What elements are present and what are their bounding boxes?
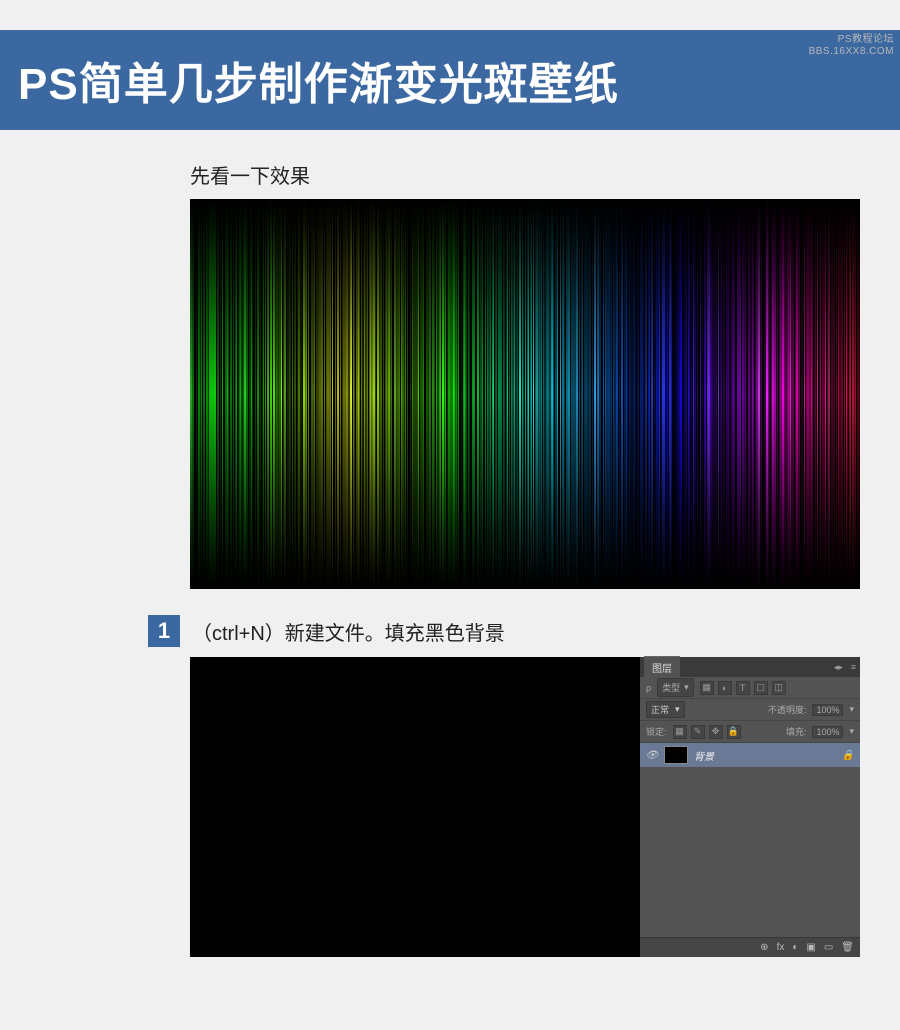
lock-icon-0[interactable]: ▦ (673, 725, 687, 739)
preview-image (190, 199, 860, 589)
filter-icon-0[interactable]: ▦ (700, 681, 714, 695)
layers-tab[interactable]: 图层 (644, 656, 680, 678)
lock-row: 锁定: ▦✎✥🔒 填充: 100% ▾ (640, 721, 860, 743)
panel-footer: ⊕ fx ◐ ▣ ▭ 🗑 (640, 937, 860, 957)
filter-icon-3[interactable]: ▢ (754, 681, 768, 695)
step-1-image: 图层 ◂▸ ≡ ρ 类型 ▾ ▦◐T▢◫ 正常 ▾ 不透明度: (190, 657, 860, 957)
blend-mode-select[interactable]: 正常 ▾ (646, 701, 685, 718)
layer-name: 背景 (694, 748, 714, 763)
lock-label: 锁定: (646, 725, 667, 738)
watermark: PS教程论坛 BBS.16XX8.COM (809, 34, 894, 58)
lock-icon-3[interactable]: 🔒 (727, 725, 741, 739)
type-dropdown-icon[interactable]: ▾ (684, 682, 689, 693)
visibility-icon[interactable]: 👁 (646, 749, 658, 761)
footer-icon-4[interactable]: ▭ (824, 942, 833, 953)
filter-icon-4[interactable]: ◫ (772, 681, 786, 695)
layer-thumbnail (664, 746, 688, 764)
fill-label: 填充: (786, 725, 807, 738)
blend-row: 正常 ▾ 不透明度: 100% ▾ (640, 699, 860, 721)
filter-icon-1[interactable]: ◐ (718, 681, 732, 695)
layer-lock-icon: 🔒 (842, 750, 854, 761)
footer-icon-1[interactable]: fx (777, 942, 785, 953)
type-label: 类型 (662, 681, 680, 694)
step-1: 1 （ctrl+N）新建文件。填充黑色背景 (190, 615, 900, 647)
watermark-line2: BBS.16XX8.COM (809, 46, 894, 58)
footer-icon-3[interactable]: ▣ (806, 942, 815, 953)
title-banner: PS简单几步制作渐变光斑壁纸 (0, 30, 900, 130)
step-1-text: （ctrl+N）新建文件。填充黑色背景 (192, 615, 505, 646)
layer-row-background[interactable]: 👁 背景 🔒 (640, 743, 860, 767)
opacity-value[interactable]: 100% (812, 704, 843, 716)
lock-icon-1[interactable]: ✎ (691, 725, 705, 739)
footer-icon-2[interactable]: ◐ (792, 942, 798, 953)
panel-menu-icon[interactable]: ≡ (851, 662, 856, 673)
filter-icon-2[interactable]: T (736, 681, 750, 695)
page-title: PS简单几步制作渐变光斑壁纸 (18, 48, 619, 112)
black-canvas (190, 657, 640, 957)
footer-icon-5[interactable]: 🗑 (841, 942, 854, 953)
panel-tabbar: 图层 ◂▸ ≡ (640, 657, 860, 677)
preview-caption: 先看一下效果 (190, 160, 900, 189)
lock-icon-2[interactable]: ✥ (709, 725, 723, 739)
footer-icon-0[interactable]: ⊕ (760, 942, 768, 953)
watermark-line1: PS教程论坛 (809, 34, 894, 46)
layers-panel: 图层 ◂▸ ≡ ρ 类型 ▾ ▦◐T▢◫ 正常 ▾ 不透明度: (640, 657, 860, 957)
step-number-badge: 1 (148, 615, 180, 647)
fill-value[interactable]: 100% (812, 726, 843, 738)
panel-collapse-icon[interactable]: ◂▸ (834, 662, 843, 673)
filter-row: ρ 类型 ▾ ▦◐T▢◫ (640, 677, 860, 699)
opacity-label: 不透明度: (768, 703, 807, 716)
